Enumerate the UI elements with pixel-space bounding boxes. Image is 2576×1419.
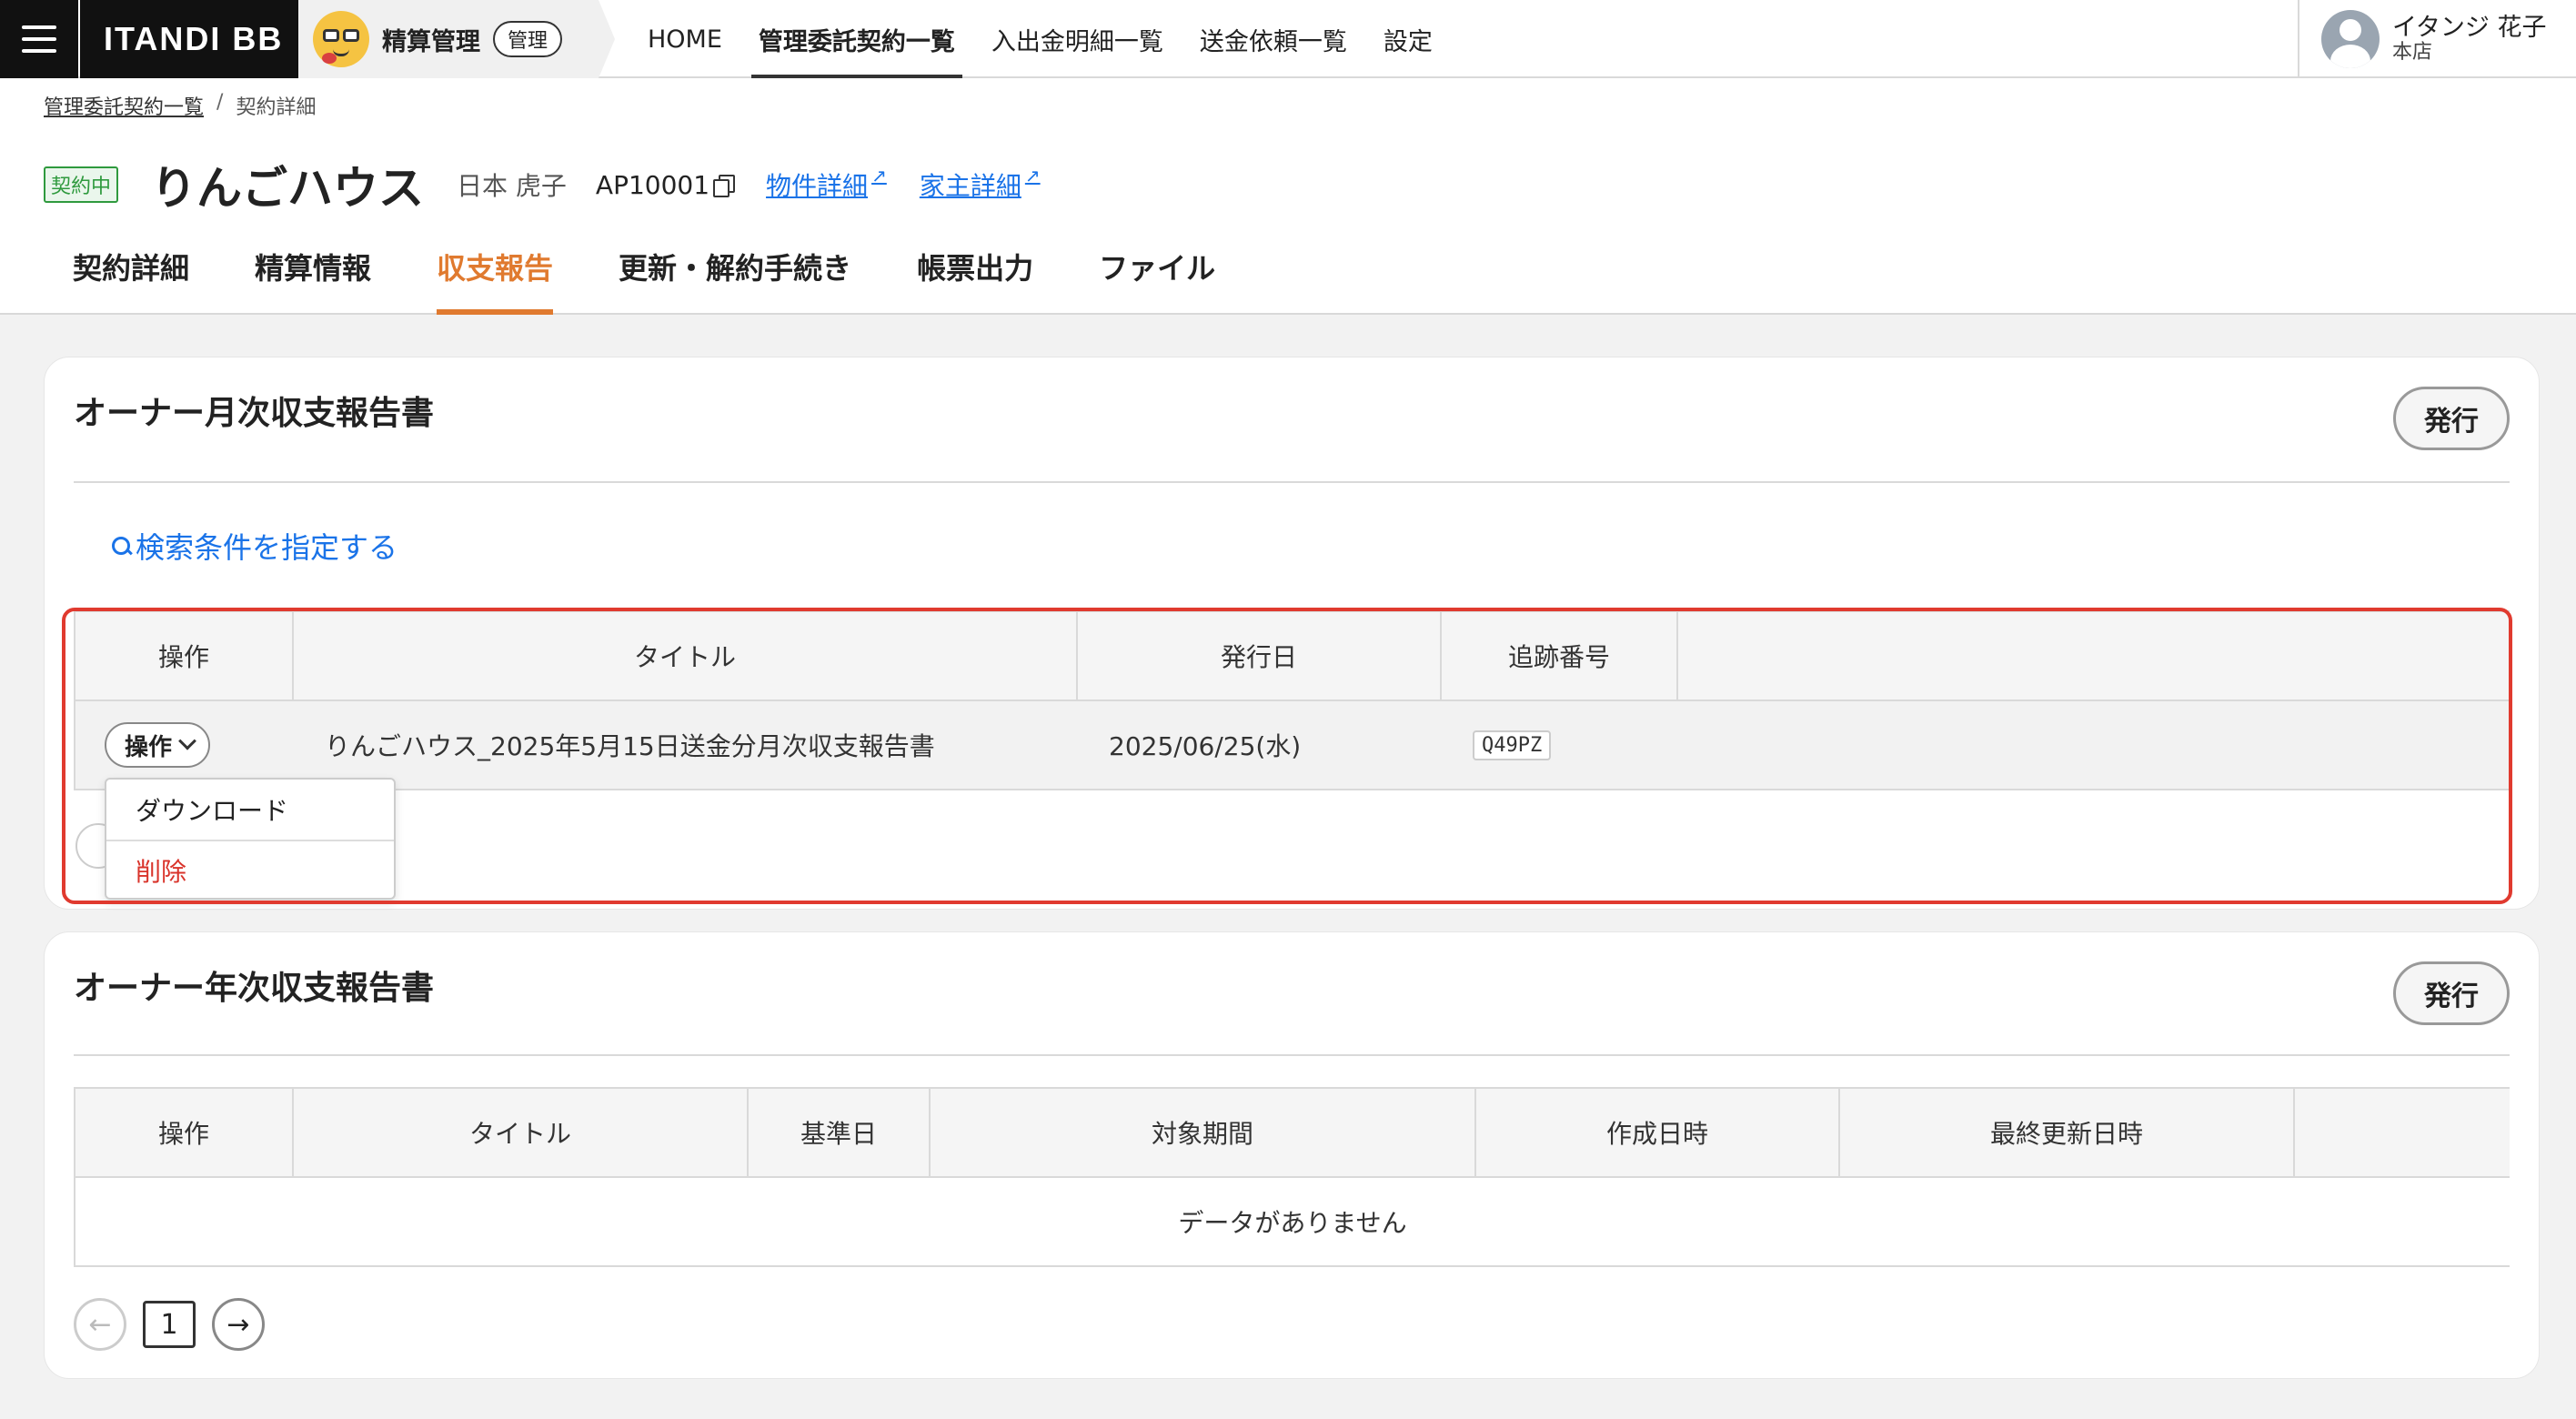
pagination: ← 1 →	[74, 1298, 265, 1351]
user-name: イタンジ 花子	[2392, 14, 2547, 43]
app-switcher[interactable]: 精算管理 管理	[298, 0, 615, 78]
annual-report-title: オーナー年次収支報告書	[74, 970, 435, 1007]
tab-document-output[interactable]: 帳票出力	[917, 246, 1033, 315]
column-header-ops: 操作	[75, 612, 294, 699]
tab-files[interactable]: ファイル	[1099, 246, 1215, 315]
issue-monthly-button[interactable]: 発行	[2393, 387, 2510, 450]
user-menu[interactable]: イタンジ 花子 本店	[2298, 0, 2576, 78]
breadcrumb-parent-link[interactable]: 管理委託契約一覧	[44, 91, 204, 120]
monthly-report-table: 操作 タイトル 発行日 追跡番号 操作 りんごハウス_2025年5月15日送金分…	[74, 610, 2510, 790]
empty-state-row: データがありません	[74, 1178, 2510, 1267]
breadcrumb: 管理委託契約一覧 / 契約詳細	[44, 91, 316, 120]
tab-contract-details[interactable]: 契約詳細	[73, 246, 189, 315]
monthly-report-title: オーナー月次収支報告書	[74, 395, 435, 432]
user-avatar-icon	[2321, 10, 2380, 68]
owner-detail-label: 家主詳細	[919, 171, 1021, 201]
page-title: りんごハウス	[151, 162, 425, 215]
contract-id: AP10001	[595, 169, 736, 200]
column-header-empty	[1678, 612, 2510, 699]
table-header-row: 操作 タイトル 基準日 対象期間 作成日時 最終更新日時	[74, 1087, 2510, 1178]
table-row: 操作 りんごハウス_2025年5月15日送金分月次収支報告書 2025/06/2…	[74, 701, 2510, 790]
prev-page-icon[interactable]: ←	[74, 1298, 126, 1351]
menu-settings[interactable]: 設定	[1376, 0, 1440, 78]
external-link-icon: ↗	[871, 165, 887, 186]
column-header-ops: 操作	[75, 1089, 294, 1176]
property-detail-link[interactable]: 物件詳細 ↗	[766, 166, 887, 203]
delete-menu-item[interactable]: 削除	[106, 840, 394, 900]
contract-id-text: AP10001	[595, 169, 710, 200]
divider	[74, 481, 2510, 483]
search-icon	[110, 535, 132, 557]
empty-state-text: データがありません	[1178, 1208, 1407, 1238]
search-conditions-link[interactable]: 検索条件を指定する	[110, 525, 397, 567]
column-header-created: 作成日時	[1476, 1089, 1840, 1176]
annual-report-table: 操作 タイトル 基準日 対象期間 作成日時 最終更新日時 データがありません	[74, 1087, 2510, 1267]
column-header-tracking: 追跡番号	[1442, 612, 1678, 699]
copy-icon[interactable]	[713, 175, 736, 197]
column-header-updated: 最終更新日時	[1840, 1089, 2295, 1176]
issued-date-cell: 2025/06/25(水)	[1109, 731, 1302, 761]
menu-remittances[interactable]: 送金依頼一覧	[1192, 0, 1354, 78]
tab-renewal-cancellation[interactable]: 更新・解約手続き	[619, 246, 851, 315]
app-mascot-icon	[313, 11, 369, 67]
app-name: 精算管理	[382, 27, 480, 56]
next-page-icon[interactable]: →	[212, 1298, 265, 1351]
menu-contracts[interactable]: 管理委託契約一覧	[750, 0, 962, 80]
tracking-cell: Q49PZ	[1442, 701, 1678, 789]
empty-cell	[1678, 701, 2510, 789]
top-navigation: ITANDI BB 精算管理 管理 HOME 管理委託契約一覧 入出金明細一覧 …	[0, 0, 2576, 80]
user-branch: 本店	[2392, 40, 2433, 64]
title-row: 契約中 りんごハウス 日本 虎子 AP10001 物件詳細 ↗ 家主詳細 ↗	[44, 153, 1041, 216]
ops-button-label: 操作	[125, 733, 173, 761]
issue-annual-button[interactable]: 発行	[2393, 961, 2510, 1025]
menu-transactions[interactable]: 入出金明細一覧	[984, 0, 1171, 78]
annual-report-card: オーナー年次収支報告書 発行 操作 タイトル 基準日 対象期間 作成日時 最終更…	[44, 931, 2540, 1379]
search-conditions-label: 検索条件を指定する	[136, 530, 398, 565]
column-header-empty	[2295, 1089, 2510, 1176]
column-header-issued: 発行日	[1078, 612, 1442, 699]
contract-tabs: 契約詳細 精算情報 収支報告 更新・解約手続き 帳票出力 ファイル	[73, 246, 1215, 315]
divider	[74, 1054, 2510, 1056]
ops-dropdown-button[interactable]: 操作	[105, 722, 211, 768]
download-menu-item[interactable]: ダウンロード	[106, 780, 394, 840]
tracking-number-badge: Q49PZ	[1473, 730, 1552, 760]
ops-cell: 操作	[75, 701, 294, 789]
breadcrumb-current: 契約詳細	[236, 96, 317, 119]
ops-dropdown-menu: ダウンロード 削除	[105, 778, 396, 900]
report-title-cell: りんごハウス_2025年5月15日送金分月次収支報告書	[325, 731, 935, 761]
owner-detail-link[interactable]: 家主詳細 ↗	[920, 166, 1041, 203]
table-header-row: 操作 タイトル 発行日 追跡番号	[74, 610, 2510, 701]
column-header-base-date: 基準日	[749, 1089, 931, 1176]
page-number[interactable]: 1	[143, 1301, 196, 1348]
owner-name: 日本 虎子	[457, 171, 567, 201]
main-menu: HOME 管理委託契約一覧 入出金明細一覧 送金依頼一覧 設定	[619, 0, 1440, 80]
column-header-period: 対象期間	[931, 1089, 1476, 1176]
external-link-icon: ↗	[1024, 165, 1041, 186]
column-header-title: タイトル	[294, 612, 1078, 699]
app-role-badge: 管理	[493, 21, 563, 57]
brand-logo[interactable]: ITANDI BB	[80, 0, 298, 78]
chevron-down-icon	[178, 731, 196, 750]
status-badge: 契約中	[44, 166, 119, 203]
monthly-report-card: オーナー月次収支報告書 発行 検索条件を指定する 操作 タイトル 発行日 追跡番…	[44, 357, 2540, 910]
hamburger-menu-icon[interactable]	[0, 0, 78, 78]
tab-income-report[interactable]: 収支報告	[437, 246, 554, 315]
property-detail-label: 物件詳細	[766, 171, 869, 201]
column-header-title: タイトル	[294, 1089, 749, 1176]
contract-header: 管理委託契約一覧 / 契約詳細 契約中 りんごハウス 日本 虎子 AP10001…	[0, 78, 2576, 315]
menu-home[interactable]: HOME	[640, 0, 730, 78]
breadcrumb-separator: /	[216, 91, 224, 114]
tab-settlement-info[interactable]: 精算情報	[255, 246, 371, 315]
